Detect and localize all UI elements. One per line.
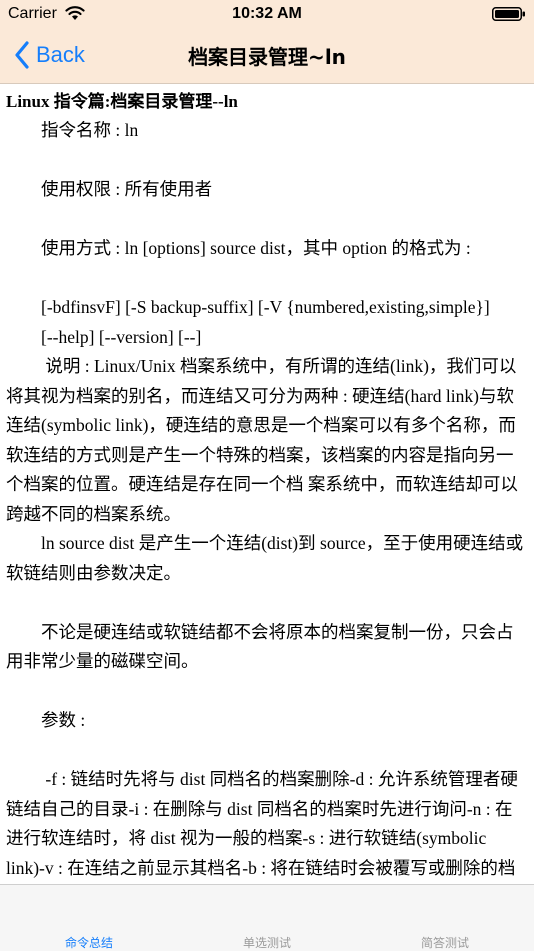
status-time: 10:32 AM [232,5,302,22]
page-title: 档案目录管理~ln [188,45,346,69]
tab-bar: 命令总结 单选测试 简答测试 [0,884,534,951]
paragraph: [--help] [--version] [--] [6,326,202,347]
tab-short-answer-test[interactable]: 简答测试 [356,885,534,951]
paragraph: 使用权限 : 所有使用者 [6,179,213,199]
paragraph: 使用方式 : ln [options] source dist，其中 optio… [6,238,471,258]
paragraph [6,205,527,235]
paragraph: [-bdfinsvF] [-S backup-suffix] [-V {numb… [6,297,490,317]
top-bar: Carrier 10:32 AM Back 档案目录管理~ln [0,0,534,84]
status-bar: Carrier 10:32 AM [0,0,534,28]
navigation-bar: Back 档案目录管理~ln [0,28,534,83]
battery-icon [492,7,525,21]
tab-label: 单选测试 [242,936,291,950]
tab-label: 简答测试 [420,936,469,950]
paragraph [6,677,527,707]
paragraph: ln source dist 是产生一个连结(dist)到 source，至于使… [6,533,524,583]
document-content[interactable]: Linux 指令篇:档案目录管理--ln 指令名称 : ln 使用权限 : 所有… [0,84,534,884]
document-body: 指令名称 : ln 使用权限 : 所有使用者 使用方式 : ln [option… [0,116,534,884]
paragraph [6,264,527,294]
paragraph: -f : 链结时先将与 dist 同档名的档案删除-d : 允许系统管理者硬链结… [6,769,518,878]
tab-command-summary[interactable]: 命令总结 [0,885,178,951]
tab-single-choice-test[interactable]: 单选测试 [178,885,356,951]
paragraph [6,588,527,618]
document-title: Linux 指令篇:档案目录管理--ln [6,92,238,111]
paragraph: 说明 : Linux/Unix 档案系统中，有所谓的连结(link)，我们可以将… [6,356,518,524]
paragraph: 指令名称 : ln [6,120,139,140]
paragraph [6,146,527,176]
paragraph: 不论是硬连结或软链结都不会将原本的档案复制一份，只会占用非常少量的磁碟空间。 [6,621,514,672]
paragraph [6,736,527,766]
paragraph: 参数 : [6,710,86,730]
tab-label: 命令总结 [64,936,113,950]
